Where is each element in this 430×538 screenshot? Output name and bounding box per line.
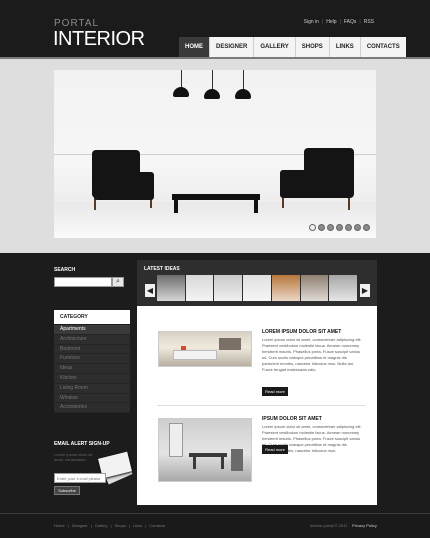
article-image-living-room[interactable] bbox=[158, 331, 252, 367]
footer-link-gallery[interactable]: Gallery bbox=[95, 523, 108, 528]
category-item-bedroom[interactable]: Bedroom bbox=[54, 344, 130, 355]
email-alert-input[interactable] bbox=[54, 473, 106, 483]
nav-shops[interactable]: SHOPS bbox=[294, 37, 329, 57]
arrow-left-icon[interactable]: ◀ bbox=[145, 284, 155, 297]
top-link-sign-in[interactable]: Sign in bbox=[304, 19, 319, 25]
footer-link-links[interactable]: Links bbox=[133, 523, 142, 528]
footer-link-home[interactable]: Home bbox=[54, 523, 65, 528]
article-1-body: Lorem ipsum dolor sit amet, consectetuer… bbox=[262, 337, 362, 372]
top-link-faqs[interactable]: FAQs bbox=[344, 19, 357, 25]
coffee-table bbox=[172, 194, 260, 200]
category-item-living-room[interactable]: Living Room bbox=[54, 383, 130, 394]
idea-thumbnail[interactable] bbox=[157, 275, 185, 301]
idea-thumbnail[interactable] bbox=[271, 275, 300, 301]
footer-link-contacts[interactable]: Contacts bbox=[149, 523, 165, 528]
top-link-separator: | bbox=[359, 19, 361, 25]
category-item-window[interactable]: Window bbox=[54, 393, 130, 404]
pendant-lamp-icon bbox=[173, 87, 189, 97]
article-divider bbox=[157, 405, 365, 406]
hero-slider[interactable] bbox=[54, 70, 376, 238]
main-nav: HOME DESIGNER GALLERY SHOPS LINKS CONTAC… bbox=[179, 37, 406, 57]
top-link-separator: | bbox=[339, 19, 341, 25]
nav-links[interactable]: LINKS bbox=[328, 37, 360, 57]
slider-dot[interactable] bbox=[309, 224, 316, 231]
slider-dot[interactable] bbox=[354, 224, 361, 231]
footer-separator: | bbox=[145, 523, 147, 528]
latest-ideas-strip bbox=[157, 275, 358, 301]
article-2-read-more-button[interactable]: Read more bbox=[262, 445, 288, 454]
footer-separator: | bbox=[110, 523, 112, 528]
lamp-cord bbox=[212, 70, 213, 90]
slider-dot[interactable] bbox=[318, 224, 325, 231]
article-image-dining-room[interactable] bbox=[158, 418, 252, 482]
magnifier-icon: ⌕ bbox=[116, 278, 120, 285]
slider-dot[interactable] bbox=[345, 224, 352, 231]
category-item-accessories[interactable]: Accessories bbox=[54, 403, 130, 414]
footer-separator: | bbox=[90, 523, 92, 528]
privacy-policy-link[interactable]: Privacy Policy bbox=[352, 523, 377, 528]
idea-thumbnail[interactable] bbox=[300, 275, 329, 301]
top-link-separator: | bbox=[321, 19, 324, 25]
category-item-architecture[interactable]: Architecture bbox=[54, 334, 130, 345]
arrow-right-icon[interactable]: ▶ bbox=[360, 284, 370, 297]
coffee-table-leg bbox=[174, 199, 178, 213]
cabinet-shape bbox=[231, 449, 243, 471]
cushion-shape bbox=[181, 346, 186, 350]
footer-link-shops[interactable]: Shops bbox=[115, 523, 126, 528]
slider-dot[interactable] bbox=[336, 224, 343, 231]
search-title: SEARCH bbox=[54, 267, 76, 273]
category-item-ideas[interactable]: Ideas bbox=[54, 364, 130, 374]
category-title: CATEGORY bbox=[54, 310, 130, 324]
pendant-lamp-icon bbox=[235, 89, 251, 99]
table-leg-shape bbox=[221, 457, 224, 469]
category-list: Apartments Architecture Bedroom Furnitur… bbox=[54, 325, 130, 414]
footer-link-designer[interactable]: Designer bbox=[72, 523, 88, 528]
search-button[interactable]: ⌕ bbox=[112, 277, 124, 287]
search-input[interactable] bbox=[54, 277, 112, 287]
pendant-lamp-icon bbox=[204, 89, 220, 99]
copyright-text: Interior portal © 2011 bbox=[310, 523, 348, 528]
lamp-cord bbox=[243, 70, 244, 90]
nav-gallery[interactable]: GALLERY bbox=[253, 37, 295, 57]
article-2-title[interactable]: IPSUM DOLOR SIT AMET bbox=[262, 416, 322, 422]
nav-home[interactable]: HOME bbox=[179, 37, 209, 57]
slider-pagination bbox=[309, 224, 370, 231]
logo-interior-text[interactable]: INTERIOR bbox=[53, 28, 145, 51]
category-item-kitchen[interactable]: Kitchen bbox=[54, 373, 130, 384]
footer-separator: | bbox=[67, 523, 69, 528]
armchair-left-seat bbox=[94, 172, 154, 200]
slider-dot[interactable] bbox=[363, 224, 370, 231]
chair-leg bbox=[282, 198, 284, 208]
footer-separator: | bbox=[128, 523, 130, 528]
footer-links: Home | Designer | Gallery | Shops | Links | C… bbox=[54, 523, 165, 528]
email-alert-title: EMAIL ALERT SIGN-UP bbox=[54, 441, 110, 447]
chair-leg bbox=[348, 198, 350, 210]
latest-ideas-title: LATEST IDEAS bbox=[144, 266, 180, 272]
subscribe-button[interactable]: Subscribe bbox=[54, 486, 80, 495]
category-item-apartments[interactable]: Apartments bbox=[54, 325, 130, 335]
article-1-read-more-button[interactable]: Read more bbox=[262, 387, 288, 396]
top-links: Sign in | Help | FAQs | RSS bbox=[304, 19, 374, 25]
top-link-help[interactable]: Help bbox=[326, 19, 336, 25]
idea-thumbnail[interactable] bbox=[214, 275, 243, 301]
nav-designer[interactable]: DESIGNER bbox=[209, 37, 254, 57]
window-shape bbox=[219, 338, 241, 350]
lamp-cord bbox=[181, 70, 182, 88]
category-item-furniture[interactable]: Furniture bbox=[54, 354, 130, 365]
idea-thumbnail[interactable] bbox=[243, 275, 271, 301]
sofa-shape bbox=[173, 350, 217, 360]
slider-dot[interactable] bbox=[327, 224, 334, 231]
header: PORTAL INTERIOR Sign in | Help | FAQs | … bbox=[0, 0, 430, 58]
table-leg-shape bbox=[193, 457, 196, 469]
coffee-table-leg bbox=[254, 199, 258, 213]
floor bbox=[54, 202, 376, 238]
armchair-right-seat bbox=[280, 170, 352, 198]
top-link-rss[interactable]: RSS bbox=[364, 19, 374, 25]
email-alert-text: Lorem ipsum dolor sit amet, consectetur bbox=[54, 452, 93, 462]
nav-contacts[interactable]: CONTACTS bbox=[359, 37, 406, 57]
window-shape bbox=[169, 423, 183, 457]
idea-thumbnail[interactable] bbox=[185, 275, 214, 301]
article-1-title[interactable]: LOREM IPSUM DOLOR SIT AMET bbox=[262, 329, 341, 335]
idea-thumbnail[interactable] bbox=[329, 275, 358, 301]
